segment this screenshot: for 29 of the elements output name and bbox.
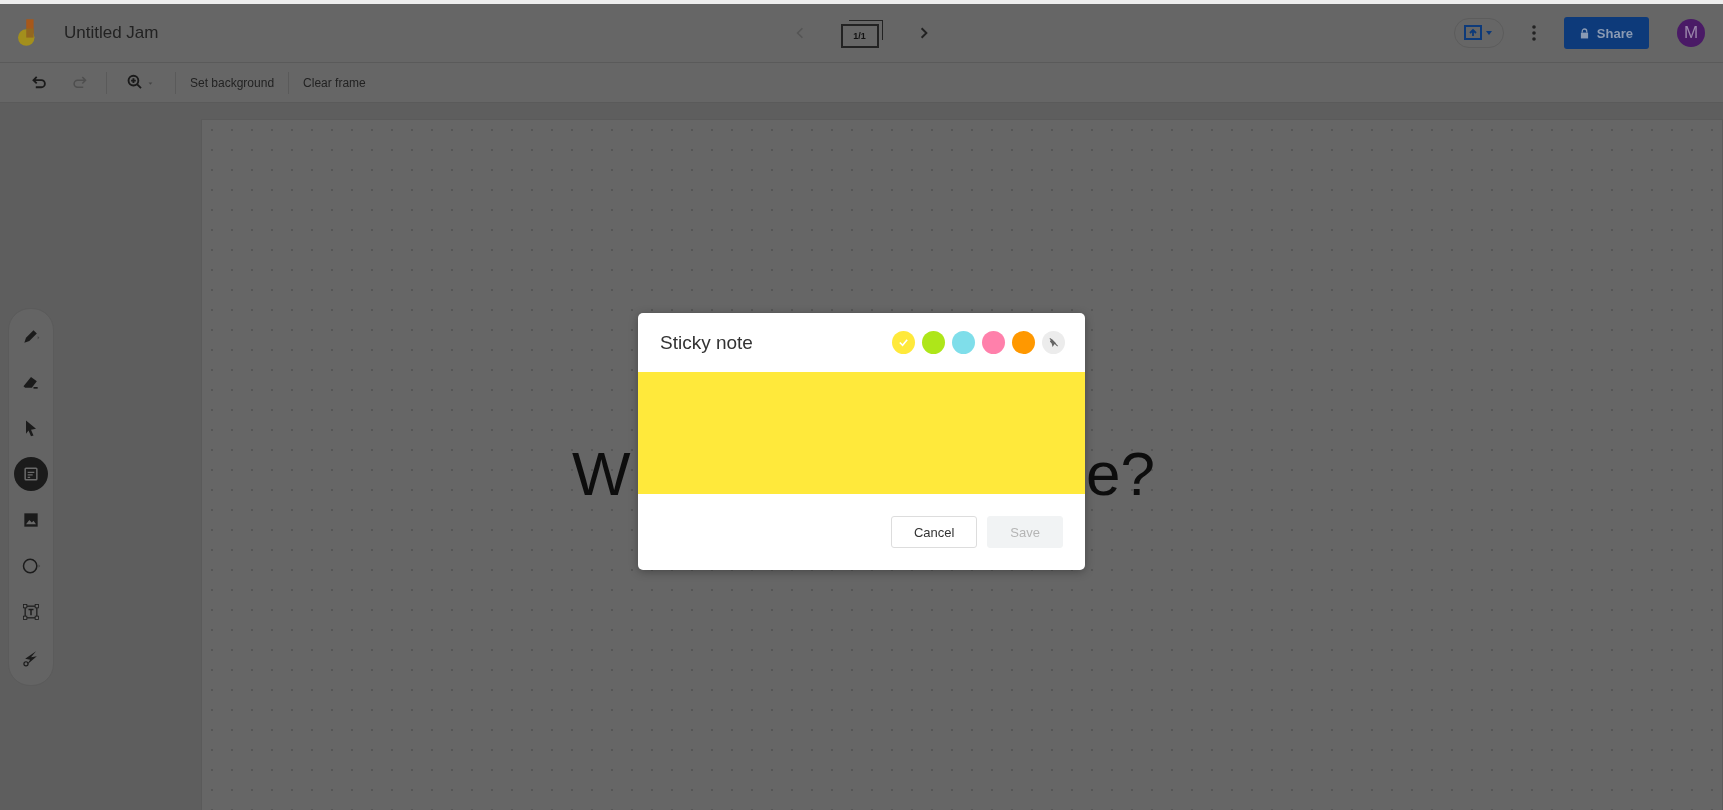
- color-swatch[interactable]: [982, 331, 1005, 354]
- present-icon: [1463, 25, 1494, 41]
- note-text-field[interactable]: [638, 372, 1085, 494]
- image-icon: [21, 510, 41, 530]
- cancel-button[interactable]: Cancel: [890, 516, 978, 548]
- share-button[interactable]: Share: [1563, 17, 1649, 49]
- sticky-tool-button[interactable]: [14, 457, 48, 491]
- dialog-title: Sticky note: [660, 331, 753, 354]
- checkmark-icon: [898, 337, 909, 348]
- toolbar-text-button[interactable]: Clear frame: [303, 75, 366, 90]
- document-title[interactable]: Untitled Jam: [64, 23, 159, 43]
- undo-icon: [31, 76, 47, 89]
- no-color-button[interactable]: [1042, 331, 1065, 354]
- color-swatch[interactable]: [952, 331, 975, 354]
- account-avatar[interactable]: M: [1677, 19, 1705, 47]
- frame-text: e?: [1086, 443, 1155, 505]
- circle-icon: [21, 556, 41, 576]
- frame-text: W: [572, 443, 631, 505]
- color-swatch[interactable]: [892, 331, 915, 354]
- chevron-right-icon: [919, 27, 928, 39]
- lock-icon: [1579, 27, 1589, 39]
- more-options-icon[interactable]: [1531, 25, 1536, 41]
- color-swatch[interactable]: [922, 331, 945, 354]
- sticky-icon: [21, 464, 41, 484]
- color-swatch[interactable]: [1012, 331, 1035, 354]
- crossed-pin-icon: [1048, 337, 1059, 348]
- textbox-icon: [21, 602, 41, 622]
- toolbar-text-button[interactable]: Set background: [190, 75, 275, 90]
- redo-icon: [71, 76, 87, 89]
